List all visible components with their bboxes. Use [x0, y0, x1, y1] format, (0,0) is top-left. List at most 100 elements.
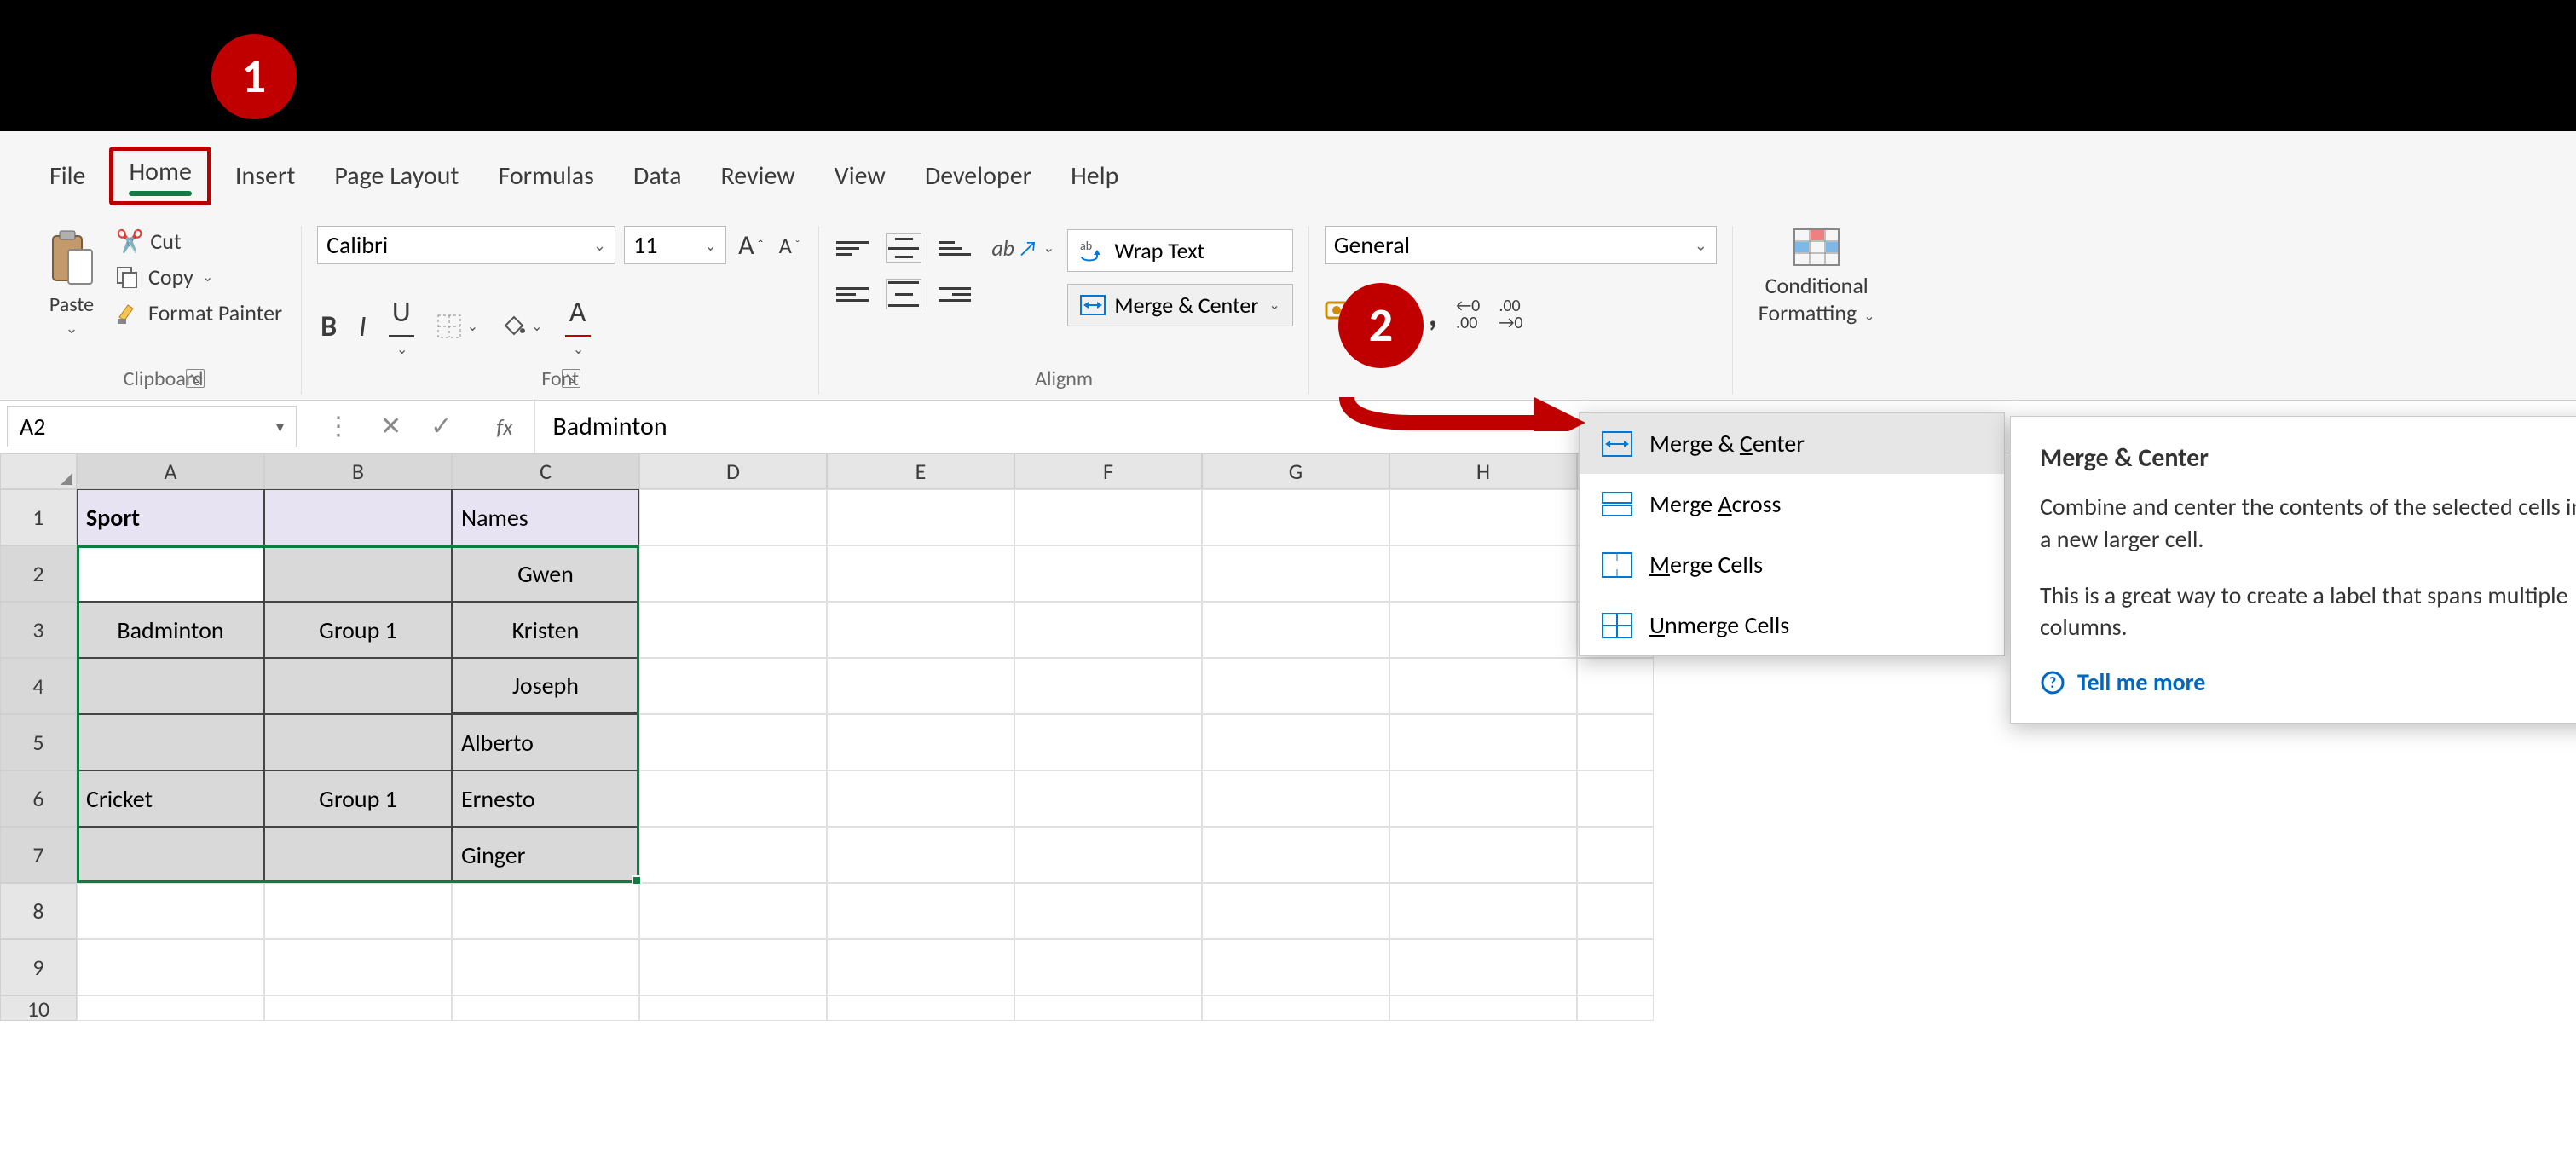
cell-B3[interactable]: Group 1 [264, 602, 452, 658]
fx-icon[interactable]: fx [496, 413, 512, 441]
cell-F8[interactable] [1014, 883, 1202, 939]
cell-E1[interactable] [827, 489, 1014, 545]
merge-center-button[interactable]: Merge & Center ⌄ [1067, 284, 1292, 326]
borders-button[interactable]: ⌄ [433, 314, 482, 339]
tab-formulas[interactable]: Formulas [482, 155, 609, 197]
cell-E4[interactable] [827, 658, 1014, 714]
align-bottom-button[interactable] [937, 233, 973, 263]
wrap-text-button[interactable]: ab Wrap Text [1067, 229, 1292, 272]
align-left-button[interactable] [835, 279, 870, 309]
cell-G6[interactable] [1202, 770, 1389, 827]
cell-C1[interactable]: Names [452, 489, 639, 545]
cell-B5[interactable] [264, 714, 452, 770]
col-header-F[interactable]: F [1014, 453, 1202, 489]
row-header-2[interactable]: 2 [0, 545, 77, 602]
row-header-5[interactable]: 5 [0, 714, 77, 770]
number-format-select[interactable]: General⌄ [1325, 226, 1717, 264]
align-middle-button[interactable] [886, 233, 921, 263]
conditional-formatting-button[interactable]: ConditionalFormatting ⌄ [1748, 226, 1886, 328]
cell-E3[interactable] [827, 602, 1014, 658]
font-color-button[interactable]: A⌄ [562, 295, 594, 358]
tab-view[interactable]: View [819, 155, 901, 197]
bold-button[interactable]: B [317, 309, 340, 344]
cell-D3[interactable] [639, 602, 827, 658]
cell-E8[interactable] [827, 883, 1014, 939]
cell-E5[interactable] [827, 714, 1014, 770]
col-header-C[interactable]: C [452, 453, 639, 489]
cell-B9[interactable] [264, 939, 452, 995]
row-header-7[interactable]: 7 [0, 827, 77, 883]
menu-merge-cells[interactable]: Merge Cells [1580, 534, 2004, 595]
cell-F6[interactable] [1014, 770, 1202, 827]
decrease-font-button[interactable]: Aˇ [776, 232, 804, 259]
row-header-10[interactable]: 10 [0, 995, 77, 1021]
row-header-9[interactable]: 9 [0, 939, 77, 995]
cell-N7[interactable] [1577, 827, 1654, 883]
cell-F9[interactable] [1014, 939, 1202, 995]
cell-E10[interactable] [827, 995, 1014, 1021]
cell-G10[interactable] [1202, 995, 1389, 1021]
col-header-B[interactable]: B [264, 453, 452, 489]
cell-A10[interactable] [77, 995, 264, 1021]
increase-font-button[interactable]: Aˆ [735, 228, 767, 262]
tab-review[interactable]: Review [705, 155, 810, 197]
cell-A9[interactable] [77, 939, 264, 995]
cell-G3[interactable] [1202, 602, 1389, 658]
cell-G4[interactable] [1202, 658, 1389, 714]
cell-F4[interactable] [1014, 658, 1202, 714]
cell-E2[interactable] [827, 545, 1014, 602]
cell-H7[interactable] [1389, 827, 1577, 883]
cell-F10[interactable] [1014, 995, 1202, 1021]
tab-insert[interactable]: Insert [220, 155, 311, 197]
paste-button[interactable]: Paste ⌄ [41, 226, 102, 341]
tab-help[interactable]: Help [1055, 155, 1134, 197]
tab-data[interactable]: Data [618, 155, 697, 197]
cell-G8[interactable] [1202, 883, 1389, 939]
cell-B7[interactable] [264, 827, 452, 883]
cell-F2[interactable] [1014, 545, 1202, 602]
cell-A2[interactable] [77, 545, 264, 602]
cell-D8[interactable] [639, 883, 827, 939]
cell-B1[interactable] [264, 489, 452, 545]
align-right-button[interactable] [937, 279, 973, 309]
menu-unmerge-cells[interactable]: Unmerge Cells [1580, 595, 2004, 655]
cell-D5[interactable] [639, 714, 827, 770]
cut-button[interactable]: ✂️ Cut [113, 226, 286, 257]
align-top-button[interactable] [835, 233, 870, 263]
col-header-E[interactable]: E [827, 453, 1014, 489]
tab-file[interactable]: File [34, 155, 101, 197]
cell-C3[interactable]: Kristen [452, 602, 639, 658]
cell-N4[interactable] [1577, 658, 1654, 714]
italic-button[interactable]: I [355, 309, 370, 344]
cell-N10[interactable] [1577, 995, 1654, 1021]
decrease-decimal-button[interactable]: .00→0 [1499, 297, 1522, 332]
cell-H2[interactable] [1389, 545, 1577, 602]
increase-decimal-button[interactable]: ←0.00 [1456, 297, 1480, 332]
orientation-button[interactable]: ab↗⌄ [988, 234, 1057, 262]
cancel-formula-button[interactable]: ✕ [380, 411, 401, 442]
tab-developer[interactable]: Developer [910, 155, 1047, 197]
cell-D2[interactable] [639, 545, 827, 602]
cell-F7[interactable] [1014, 827, 1202, 883]
format-painter-button[interactable]: Format Painter [113, 297, 286, 328]
cell-C7[interactable]: Ginger [452, 827, 639, 883]
cell-N5[interactable] [1577, 714, 1654, 770]
dialog-launcher-icon[interactable]: ↘ [562, 369, 580, 388]
cell-E6[interactable] [827, 770, 1014, 827]
underline-button[interactable]: U⌄ [385, 295, 418, 358]
cell-H6[interactable] [1389, 770, 1577, 827]
tell-me-more-link[interactable]: ? Tell me more [2040, 667, 2576, 697]
cell-A3[interactable]: Badminton [77, 602, 264, 658]
cell-D10[interactable] [639, 995, 827, 1021]
font-size-select[interactable]: 11⌄ [624, 226, 726, 264]
row-header-4[interactable]: 4 [0, 658, 77, 714]
cell-D9[interactable] [639, 939, 827, 995]
cell-D1[interactable] [639, 489, 827, 545]
align-center-button[interactable] [886, 279, 921, 309]
cell-B10[interactable] [264, 995, 452, 1021]
cell-H4[interactable] [1389, 658, 1577, 714]
cell-A4[interactable] [77, 658, 264, 714]
cell-H8[interactable] [1389, 883, 1577, 939]
cell-H10[interactable] [1389, 995, 1577, 1021]
cell-N8[interactable] [1577, 883, 1654, 939]
